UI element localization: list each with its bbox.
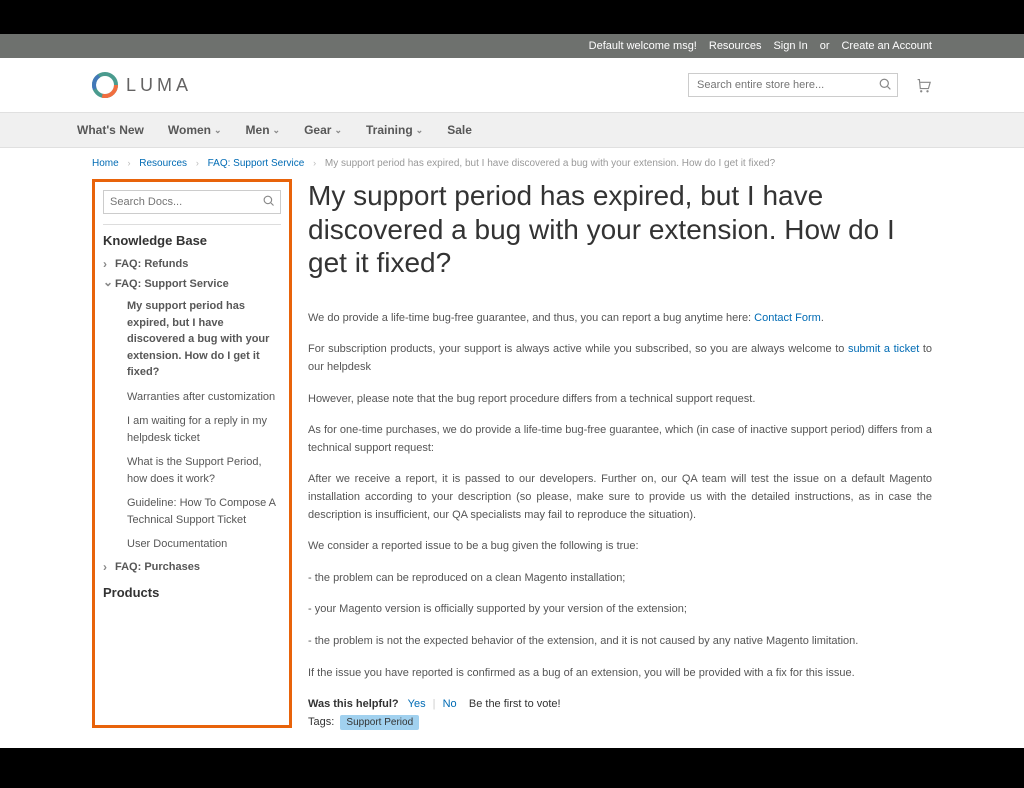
chevron-right-icon: › (313, 158, 316, 168)
nav-sale[interactable]: Sale (447, 123, 472, 137)
doc-search-input[interactable] (103, 190, 281, 214)
products-heading: Products (103, 585, 281, 600)
header-panel: Default welcome msg! Resources Sign In o… (0, 34, 1024, 58)
main-nav: What's New Women⌄ Men⌄ Gear⌄ Training⌄ S… (0, 112, 1024, 148)
chevron-right-icon: › (196, 158, 199, 168)
divider (103, 224, 281, 225)
sidebar-subitem[interactable]: Warranties after customization (103, 385, 281, 410)
bc-faq[interactable]: FAQ: Support Service (208, 158, 305, 169)
nav-gear[interactable]: Gear⌄ (304, 123, 342, 137)
bc-resources[interactable]: Resources (139, 158, 187, 169)
logo[interactable]: LUMA (92, 72, 192, 98)
submit-ticket-link[interactable]: submit a ticket (848, 343, 919, 355)
page-title: My support period has expired, but I hav… (308, 179, 932, 280)
nav-men[interactable]: Men⌄ (246, 123, 281, 137)
sidebar-subitem-active[interactable]: My support period has expired, but I hav… (103, 294, 281, 385)
article-body: We do provide a life-time bug-free guara… (308, 310, 932, 682)
nav-women[interactable]: Women⌄ (168, 123, 222, 137)
sidebar-item-purchases[interactable]: FAQ: Purchases (103, 557, 281, 577)
welcome-msg: Default welcome msg! (589, 40, 697, 52)
bc-current: My support period has expired, but I hav… (325, 158, 775, 169)
helpful-section: Was this helpful? Yes | No Be the first … (308, 698, 932, 710)
breadcrumb: Home › Resources › FAQ: Support Service … (92, 148, 932, 179)
nav-whats-new[interactable]: What's New (77, 123, 144, 137)
vote-no-link[interactable]: No (443, 698, 457, 710)
chevron-down-icon: ⌄ (214, 125, 222, 136)
main-content: My support period has expired, but I hav… (308, 179, 932, 728)
kb-heading: Knowledge Base (103, 233, 281, 248)
doc-search[interactable] (103, 190, 281, 214)
sidebar-item-support-service[interactable]: FAQ: Support Service (103, 274, 281, 294)
logo-text: LUMA (126, 75, 192, 96)
or-text: or (820, 40, 830, 52)
sidebar-subitem[interactable]: What is the Support Period, how does it … (103, 450, 281, 491)
search-icon[interactable] (263, 195, 275, 207)
tags-label: Tags: (308, 716, 334, 728)
search-icon[interactable] (879, 78, 892, 91)
vote-yes-link[interactable]: Yes (408, 698, 426, 710)
helpful-label: Was this helpful? (308, 698, 399, 710)
sidebar-subitem[interactable]: I am waiting for a reply in my helpdesk … (103, 409, 281, 450)
sign-in-link[interactable]: Sign In (773, 40, 807, 52)
logo-icon (92, 72, 118, 98)
chevron-down-icon: ⌄ (273, 125, 281, 136)
bc-home[interactable]: Home (92, 158, 119, 169)
chevron-right-icon: › (127, 158, 130, 168)
header-search[interactable] (688, 73, 898, 97)
sidebar: Knowledge Base FAQ: Refunds FAQ: Support… (92, 179, 292, 728)
sidebar-item-refunds[interactable]: FAQ: Refunds (103, 254, 281, 274)
tags-section: Tags: Support Period (308, 716, 932, 728)
cart-icon[interactable] (914, 76, 932, 94)
create-account-link[interactable]: Create an Account (841, 40, 932, 52)
resources-link[interactable]: Resources (709, 40, 762, 52)
search-input[interactable] (688, 73, 898, 97)
chevron-down-icon: ⌄ (416, 125, 424, 136)
tag-chip[interactable]: Support Period (340, 715, 419, 730)
contact-form-link[interactable]: Contact Form (754, 312, 821, 324)
sidebar-subitem[interactable]: User Documentation (103, 532, 281, 557)
vote-status: Be the first to vote! (469, 698, 561, 710)
nav-training[interactable]: Training⌄ (366, 123, 423, 137)
sidebar-subitem[interactable]: Guideline: How To Compose A Technical Su… (103, 491, 281, 532)
chevron-down-icon: ⌄ (334, 125, 342, 136)
